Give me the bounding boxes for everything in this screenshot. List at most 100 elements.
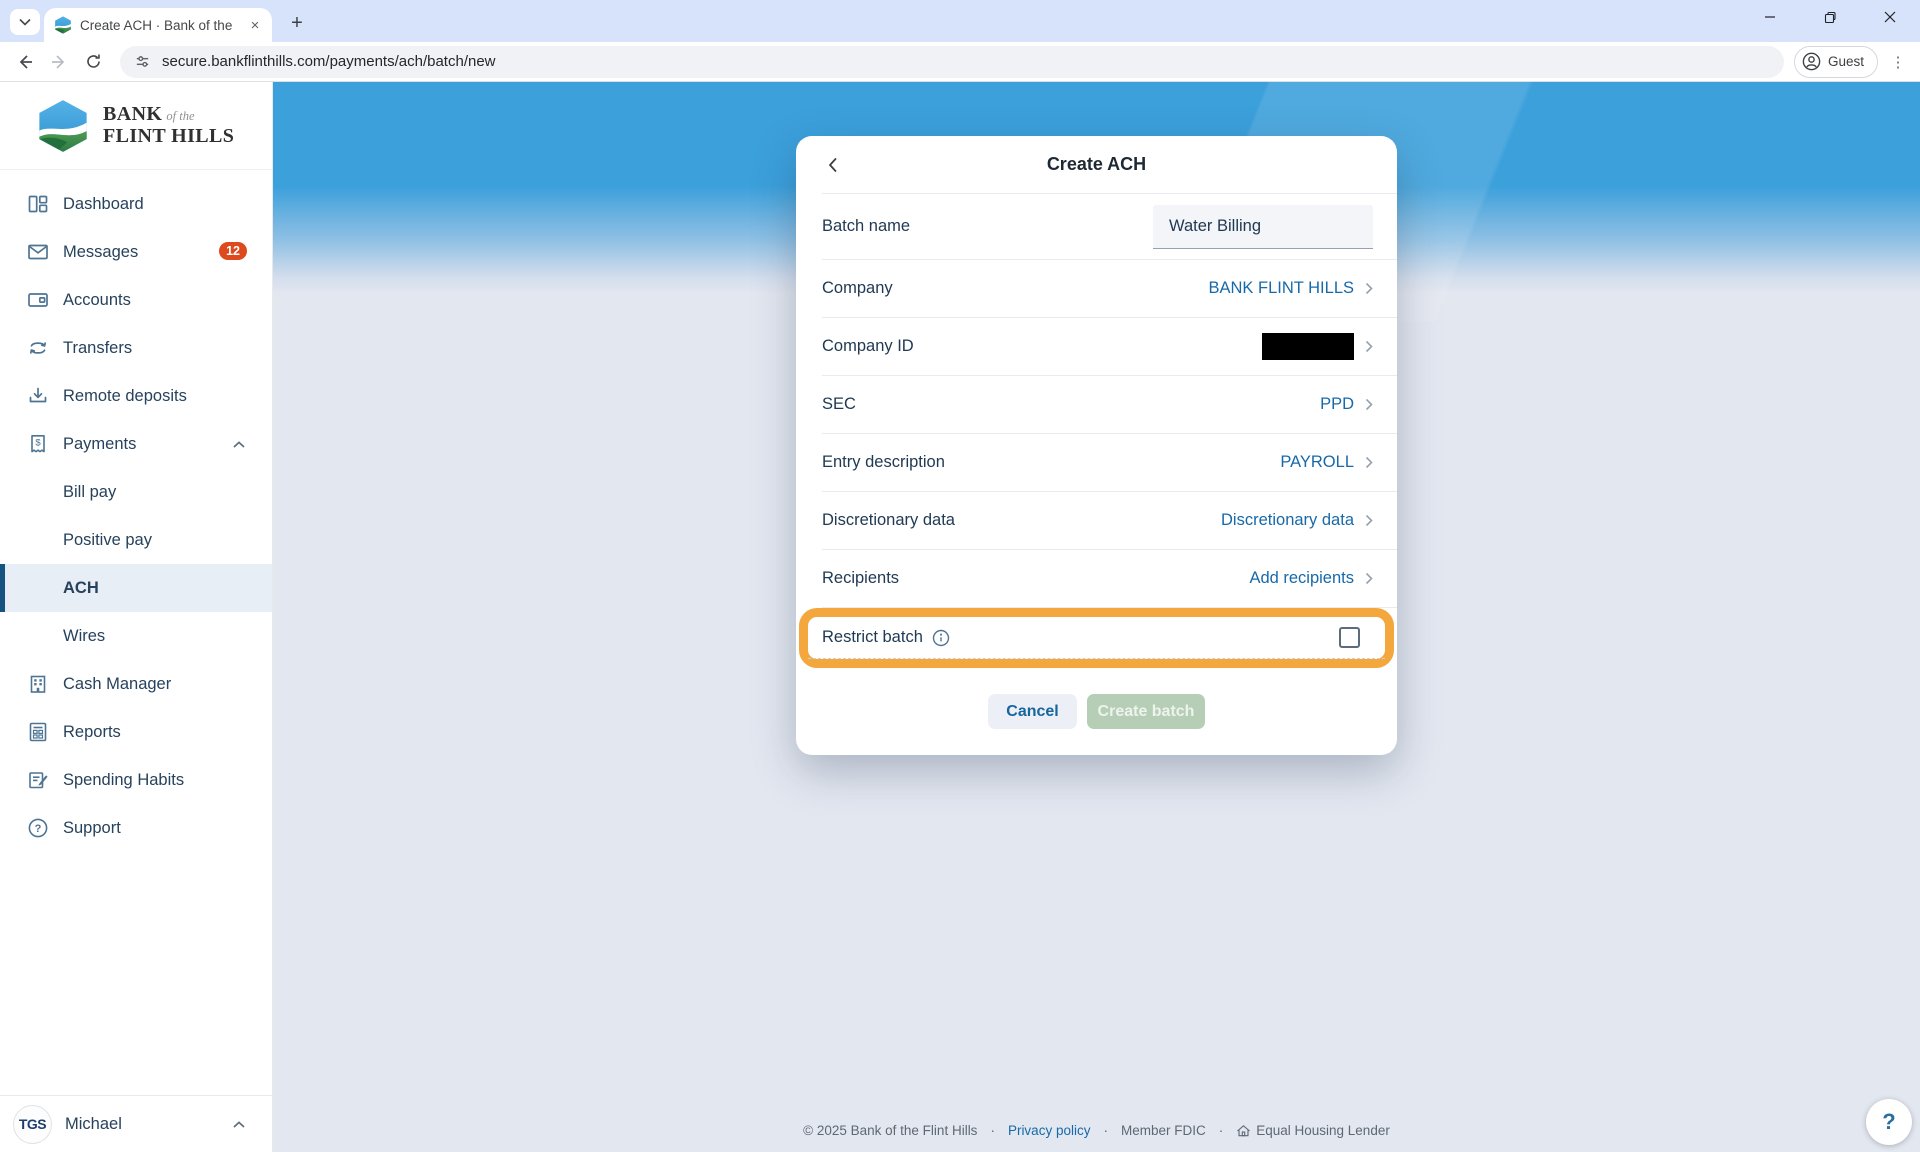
avatar: TGS: [13, 1105, 52, 1144]
url-bar[interactable]: secure.bankflinthills.com/payments/ach/b…: [120, 46, 1784, 78]
sec-label: SEC: [822, 395, 856, 414]
company-value: BANK FLINT HILLS: [1209, 279, 1355, 298]
privacy-policy-link[interactable]: Privacy policy: [1008, 1123, 1091, 1138]
company-row[interactable]: Company BANK FLINT HILLS: [822, 260, 1397, 318]
back-button[interactable]: [8, 45, 42, 79]
member-fdic-text: Member FDIC: [1121, 1123, 1206, 1138]
sidebar-item-reports[interactable]: Reports: [0, 708, 272, 756]
sidebar-item-bill-pay[interactable]: Bill pay: [0, 468, 272, 516]
new-tab-button[interactable]: +: [282, 8, 312, 38]
tab-title: Create ACH · Bank of the Flint H: [80, 18, 237, 33]
entry-description-value: PAYROLL: [1280, 453, 1354, 472]
main-content: Create ACH Batch name Company BANK FLINT…: [273, 82, 1920, 1152]
sidebar-item-remote-deposits[interactable]: Remote deposits: [0, 372, 272, 420]
sidebar-nav: Dashboard Messages 12 Accounts: [0, 170, 272, 1095]
favicon: [54, 16, 72, 34]
window-controls: [1740, 0, 1920, 34]
bank-logo-icon: [36, 99, 90, 153]
discretionary-data-value: Discretionary data: [1221, 511, 1354, 530]
batch-name-label: Batch name: [822, 217, 910, 236]
browser-tab[interactable]: Create ACH · Bank of the Flint H ×: [44, 8, 272, 42]
batch-name-row: Batch name: [822, 194, 1397, 260]
sidebar-item-payments[interactable]: $ Payments: [0, 420, 272, 468]
sec-row[interactable]: SEC PPD: [822, 376, 1397, 434]
entry-description-label: Entry description: [822, 453, 945, 472]
browser-tabstrip: Create ACH · Bank of the Flint H × +: [0, 0, 1920, 42]
browser-menu-button[interactable]: ⋮: [1884, 46, 1912, 78]
site-settings-icon[interactable]: [134, 53, 151, 70]
close-window-button[interactable]: [1860, 0, 1920, 34]
restore-button[interactable]: [1800, 0, 1860, 34]
sidebar-item-accounts[interactable]: Accounts: [0, 276, 272, 324]
mail-icon: [26, 240, 50, 264]
reload-button[interactable]: [76, 45, 110, 79]
svg-text:?: ?: [35, 823, 42, 835]
sec-value: PPD: [1320, 395, 1354, 414]
tab-search-button[interactable]: [10, 9, 40, 35]
sidebar-item-positive-pay[interactable]: Positive pay: [0, 516, 272, 564]
messages-badge: 12: [219, 242, 247, 260]
chevron-right-icon: [1365, 456, 1373, 469]
sidebar-item-spending-habits[interactable]: Spending Habits: [0, 756, 272, 804]
restrict-batch-checkbox[interactable]: [1339, 627, 1360, 648]
entry-description-row[interactable]: Entry description PAYROLL: [822, 434, 1397, 492]
sidebar-item-support[interactable]: ? Support: [0, 804, 272, 852]
bank-logo: BANKof the FLINT HILLS: [0, 82, 272, 170]
company-id-row[interactable]: Company ID: [822, 318, 1397, 376]
person-icon: [1802, 52, 1821, 71]
minimize-button[interactable]: [1740, 0, 1800, 34]
chevron-up-icon: [232, 440, 246, 449]
company-label: Company: [822, 279, 893, 298]
report-icon: [26, 720, 50, 744]
sidebar-item-dashboard[interactable]: Dashboard: [0, 180, 272, 228]
chevron-right-icon: [1365, 282, 1373, 295]
info-icon: [932, 629, 950, 647]
user-name: Michael: [65, 1115, 219, 1134]
transfer-icon: [26, 336, 50, 360]
sidebar-item-wires[interactable]: Wires: [0, 612, 272, 660]
discretionary-data-row[interactable]: Discretionary data Discretionary data: [822, 492, 1397, 550]
equal-housing-text: Equal Housing Lender: [1256, 1123, 1390, 1138]
sidebar: BANKof the FLINT HILLS Dashboard Message…: [0, 82, 273, 1152]
tab-close-icon[interactable]: ×: [245, 15, 265, 35]
bank-wordmark: BANKof the FLINT HILLS: [103, 104, 234, 147]
deposit-icon: [26, 384, 50, 408]
recipients-row[interactable]: Recipients Add recipients: [822, 550, 1397, 608]
equal-housing-icon: [1236, 1124, 1251, 1138]
dialog-title: Create ACH: [1047, 154, 1146, 175]
browser-toolbar: secure.bankflinthills.com/payments/ach/b…: [0, 42, 1920, 82]
wallet-icon: [26, 288, 50, 312]
sidebar-item-messages[interactable]: Messages 12: [0, 228, 272, 276]
copyright-text: © 2025 Bank of the Flint Hills: [803, 1123, 977, 1138]
sidebar-item-cash-manager[interactable]: Cash Manager: [0, 660, 272, 708]
profile-label: Guest: [1828, 54, 1864, 69]
sidebar-item-transfers[interactable]: Transfers: [0, 324, 272, 372]
spending-habits-icon: [26, 768, 50, 792]
sidebar-item-ach[interactable]: ACH: [0, 564, 272, 612]
footer: © 2025 Bank of the Flint Hills · Privacy…: [273, 1123, 1920, 1138]
url-text: secure.bankflinthills.com/payments/ach/b…: [162, 53, 496, 70]
restrict-batch-highlight: Restrict batch: [799, 608, 1394, 668]
recipients-value: Add recipients: [1249, 569, 1354, 588]
profile-button[interactable]: Guest: [1794, 46, 1878, 78]
recipients-label: Recipients: [822, 569, 899, 588]
support-icon: ?: [26, 816, 50, 840]
back-icon[interactable]: [820, 152, 846, 178]
company-id-label: Company ID: [822, 337, 914, 356]
user-menu[interactable]: TGS Michael: [0, 1095, 272, 1152]
help-button[interactable]: ?: [1866, 1099, 1912, 1145]
restrict-batch-row: Restrict batch: [808, 617, 1385, 659]
forward-button[interactable]: [42, 45, 76, 79]
restrict-batch-label: Restrict batch: [822, 628, 923, 647]
dashboard-icon: [26, 192, 50, 216]
cancel-button[interactable]: Cancel: [988, 694, 1077, 729]
svg-text:$: $: [35, 438, 41, 449]
chevron-right-icon: [1365, 572, 1373, 585]
chevron-right-icon: [1365, 514, 1373, 527]
discretionary-data-label: Discretionary data: [822, 511, 955, 530]
payments-icon: $: [26, 432, 50, 456]
create-batch-button[interactable]: Create batch: [1087, 694, 1205, 729]
redacted-company-id: [1262, 333, 1354, 360]
batch-name-input[interactable]: [1153, 205, 1373, 249]
chevron-right-icon: [1365, 340, 1373, 353]
